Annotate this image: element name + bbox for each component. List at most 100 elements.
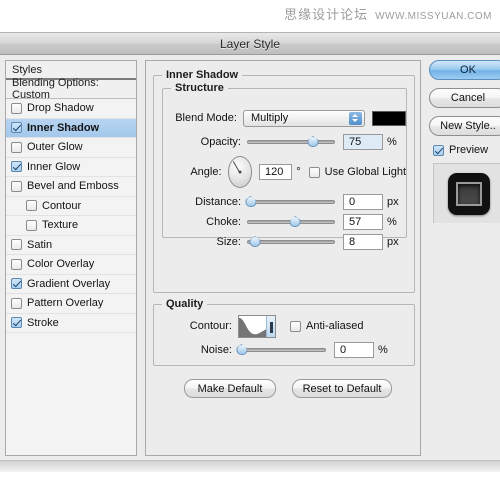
sidebar-item-satin[interactable]: Satin bbox=[6, 236, 136, 255]
dialog-footer bbox=[0, 460, 500, 472]
new-style-button[interactable]: New Style.. bbox=[429, 116, 500, 136]
effect-checkbox[interactable] bbox=[26, 200, 37, 212]
make-default-label: Make Default bbox=[197, 382, 263, 395]
choke-input[interactable]: 57 bbox=[343, 214, 383, 230]
cancel-button[interactable]: Cancel bbox=[429, 88, 500, 108]
make-default-button[interactable]: Make Default bbox=[184, 379, 276, 398]
effect-label: Stroke bbox=[27, 316, 59, 329]
effect-checkbox[interactable] bbox=[11, 278, 22, 290]
effect-label: Inner Glow bbox=[27, 160, 81, 173]
blend-mode-select[interactable]: Multiply bbox=[242, 109, 365, 127]
distance-label: Distance: bbox=[195, 196, 241, 208]
new-style-label: New Style.. bbox=[440, 120, 496, 132]
size-slider-knob[interactable] bbox=[249, 236, 260, 247]
sidebar-item-contour[interactable]: Contour bbox=[6, 197, 136, 216]
opacity-slider[interactable] bbox=[247, 135, 335, 149]
inner-shadow-group: Inner Shadow Structure Blend Mode: Multi… bbox=[153, 69, 415, 293]
cancel-label: Cancel bbox=[450, 92, 486, 104]
sidebar-item-texture[interactable]: Texture bbox=[6, 216, 136, 236]
effect-checkbox[interactable] bbox=[11, 122, 22, 134]
noise-unit: % bbox=[378, 344, 388, 356]
opacity-slider-knob[interactable] bbox=[308, 136, 319, 147]
effect-checkbox[interactable] bbox=[11, 180, 22, 192]
use-global-light-checkbox[interactable] bbox=[308, 166, 320, 178]
shadow-color-swatch[interactable] bbox=[371, 110, 406, 126]
opacity-input[interactable]: 75 bbox=[343, 134, 383, 150]
structure-legend: Structure bbox=[171, 82, 228, 94]
effect-label: Satin bbox=[27, 238, 53, 251]
sidebar-item-drop-shadow[interactable]: Drop Shadow bbox=[6, 99, 136, 119]
noise-value: 0 bbox=[340, 344, 347, 356]
styles-label: Styles bbox=[12, 63, 42, 76]
choke-unit: % bbox=[387, 216, 397, 228]
noise-slider-knob[interactable] bbox=[236, 344, 247, 355]
preview-label: Preview bbox=[449, 144, 489, 156]
dialog-actions: OK Cancel New Style.. Preview bbox=[429, 60, 500, 456]
noise-slider[interactable] bbox=[238, 343, 326, 357]
inner-shadow-panel: Inner Shadow Structure Blend Mode: Multi… bbox=[145, 60, 421, 456]
reset-to-default-button[interactable]: Reset to Default bbox=[292, 379, 392, 398]
effect-label: Outer Glow bbox=[27, 141, 83, 154]
opacity-unit: % bbox=[387, 136, 397, 148]
preview-checkbox[interactable] bbox=[433, 144, 444, 156]
sidebar-item-outer-glow[interactable]: Outer Glow bbox=[6, 138, 136, 158]
blending-options-label: Blending Options: Custom bbox=[12, 77, 99, 101]
sidebar-item-blending-options[interactable]: Blending Options: Custom bbox=[6, 77, 136, 101]
contour-dropdown-tab[interactable] bbox=[266, 315, 275, 337]
contour-preset-picker[interactable] bbox=[238, 314, 276, 338]
ok-label: OK bbox=[460, 64, 476, 76]
angle-input[interactable]: 120 bbox=[259, 164, 293, 180]
watermark-url: WWW.MISSYUAN.COM bbox=[375, 11, 492, 22]
ok-button[interactable]: OK bbox=[429, 60, 500, 80]
dialog-body: Styles Blending Options: Custom Drop Sha… bbox=[0, 55, 500, 469]
size-label: Size: bbox=[216, 236, 241, 248]
size-slider[interactable] bbox=[247, 235, 335, 249]
preview-thumbnail-art bbox=[447, 172, 490, 215]
effect-checkbox[interactable] bbox=[11, 239, 22, 251]
size-input[interactable]: 8 bbox=[343, 234, 383, 250]
blend-mode-value: Multiply bbox=[250, 112, 289, 124]
sidebar-item-bevel-and-emboss[interactable]: Bevel and Emboss bbox=[6, 177, 136, 197]
distance-input[interactable]: 0 bbox=[343, 194, 383, 210]
preview-toggle[interactable]: Preview bbox=[433, 144, 500, 156]
effect-checkbox[interactable] bbox=[11, 102, 22, 114]
effect-checkbox[interactable] bbox=[11, 317, 22, 329]
noise-input[interactable]: 0 bbox=[334, 342, 374, 358]
anti-aliased-label: Anti-aliased bbox=[306, 320, 364, 332]
effect-checkbox[interactable] bbox=[11, 161, 22, 173]
choke-slider[interactable] bbox=[247, 215, 335, 229]
default-buttons-row: Make Default Reset to Default bbox=[184, 379, 392, 398]
anti-aliased-checkbox[interactable] bbox=[290, 320, 301, 332]
sidebar-item-gradient-overlay[interactable]: Gradient Overlay bbox=[6, 275, 136, 294]
sidebar-item-inner-glow[interactable]: Inner Glow bbox=[6, 158, 136, 177]
sidebar-item-pattern-overlay[interactable]: Pattern Overlay bbox=[6, 294, 136, 314]
effect-label: Color Overlay bbox=[27, 258, 95, 271]
size-unit: px bbox=[387, 236, 399, 248]
structure-group: Structure Blend Mode: Multiply Opacity: … bbox=[162, 82, 407, 250]
angle-label: Angle: bbox=[190, 166, 222, 178]
effect-label: Texture bbox=[42, 219, 79, 232]
sidebar-item-stroke[interactable]: Stroke bbox=[6, 314, 136, 333]
distance-slider-knob[interactable] bbox=[245, 196, 256, 207]
watermark: 思缘设计论坛 WWW.MISSYUAN.COM bbox=[284, 4, 492, 23]
effect-label: Contour bbox=[42, 199, 82, 212]
choke-label: Choke: bbox=[206, 216, 241, 228]
dialog-titlebar[interactable]: Layer Style bbox=[0, 33, 500, 55]
sidebar-item-color-overlay[interactable]: Color Overlay bbox=[6, 255, 136, 275]
angle-dial[interactable] bbox=[227, 156, 253, 188]
effect-checkbox[interactable] bbox=[11, 297, 22, 309]
noise-slider-track bbox=[238, 348, 326, 352]
distance-value: 0 bbox=[349, 196, 356, 208]
sidebar-item-inner-shadow[interactable]: Inner Shadow bbox=[6, 118, 136, 138]
distance-slider-track bbox=[247, 200, 335, 204]
distance-slider[interactable] bbox=[247, 195, 335, 209]
effect-label: Inner Shadow bbox=[27, 121, 100, 134]
effect-label: Drop Shadow bbox=[27, 102, 94, 115]
preview-thumbnail-inner bbox=[455, 181, 482, 206]
angle-unit: ° bbox=[296, 166, 301, 178]
effect-checkbox[interactable] bbox=[11, 258, 22, 270]
size-value: 8 bbox=[349, 236, 356, 248]
effect-checkbox[interactable] bbox=[26, 219, 37, 231]
effect-checkbox[interactable] bbox=[11, 141, 22, 153]
choke-slider-knob[interactable] bbox=[290, 216, 301, 227]
